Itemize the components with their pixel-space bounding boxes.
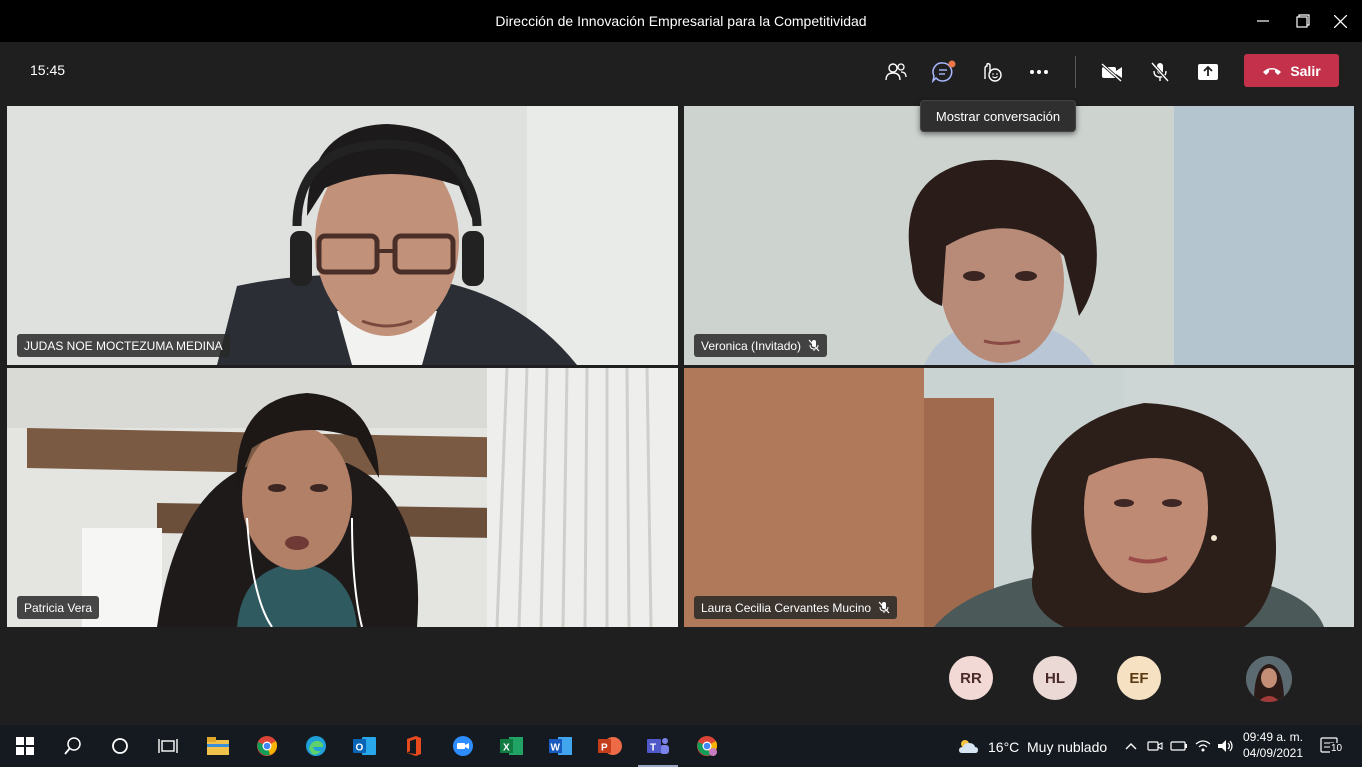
svg-text:O: O [356,743,364,754]
participant-name-label: JUDAS NOE MOCTEZUMA MEDINA [17,334,230,357]
notifications-icon[interactable]: 10 [1318,733,1344,759]
excel-icon[interactable]: X [499,733,525,759]
toolbar-divider [1075,56,1076,88]
participant-name-label: Patricia Vera [17,596,100,619]
share-icon[interactable] [1192,56,1224,88]
notification-count: 10 [1330,743,1344,754]
search-icon[interactable] [60,733,86,759]
battery-icon[interactable] [1166,733,1192,759]
participants-icon[interactable] [880,56,912,88]
self-avatar[interactable] [1246,656,1292,702]
participant-avatar[interactable]: RR [949,656,993,700]
camera-off-icon[interactable] [1096,56,1128,88]
edge-icon[interactable] [303,733,329,759]
participant-name: Laura Cecilia Cervantes Mucino [701,600,872,615]
mic-off-icon [878,601,890,614]
window-titlebar: Dirección de Innovación Empresarial para… [0,0,1362,42]
video-tile[interactable]: Veronica (Invitado) [684,106,1354,365]
svg-text:P: P [601,743,608,754]
chrome-icon[interactable] [254,733,280,759]
participant-avatar[interactable]: EF [1117,656,1161,700]
participant-avatar[interactable]: HL [1033,656,1077,700]
word-icon[interactable]: W [548,733,574,759]
mic-off-icon [808,339,820,352]
participant-name: Patricia Vera [24,600,93,615]
windows-start-icon[interactable] [12,733,38,759]
outlook-icon[interactable]: O [352,733,378,759]
participant-name: JUDAS NOE MOCTEZUMA MEDINA [24,338,223,353]
reactions-icon[interactable] [975,56,1007,88]
svg-text:X: X [503,743,510,754]
file-explorer-icon[interactable] [205,733,231,759]
windows-taskbar: O X W P T 16°C Muy nublado 09:49 a. m. 0… [0,725,1362,767]
cortana-icon[interactable] [107,733,133,759]
participant-name-label: Veronica (Invitado) [694,334,828,357]
video-stage: JUDAS NOE MOCTEZUMA MEDINA Veronica (Inv… [0,102,1362,725]
meet-now-icon[interactable] [1142,733,1168,759]
office-icon[interactable] [401,733,427,759]
weather-icon[interactable] [955,733,981,759]
meeting-timer: 15:45 [30,62,66,78]
taskbar-time: 09:49 a. m. [1242,730,1304,744]
minimize-icon[interactable] [1243,0,1283,42]
svg-text:W: W [551,743,561,754]
participant-video [684,368,1354,627]
chevron-up-icon[interactable] [1118,733,1144,759]
taskbar-date: 04/09/2021 [1242,746,1304,760]
restore-icon[interactable] [1283,0,1323,42]
participant-name-label: Laura Cecilia Cervantes Mucino [694,596,898,619]
mic-off-icon[interactable] [1144,56,1176,88]
video-tile[interactable]: Patricia Vera [7,368,678,627]
participant-video [7,368,678,627]
zoom-icon[interactable] [450,733,476,759]
video-tile[interactable]: JUDAS NOE MOCTEZUMA MEDINA [7,106,678,365]
chrome-alt-icon[interactable] [694,733,720,759]
window-title: Dirección de Innovación Empresarial para… [495,13,867,29]
task-view-icon[interactable] [155,733,181,759]
svg-text:T: T [650,743,656,754]
participant-video [684,106,1354,365]
participant-name: Veronica (Invitado) [701,338,802,353]
weather-desc[interactable]: Muy nublado [1027,739,1107,755]
leave-button[interactable]: Salir [1244,54,1339,87]
hangup-icon [1263,67,1282,75]
teams-icon[interactable]: T [645,733,671,759]
leave-label: Salir [1290,62,1321,79]
more-icon[interactable] [1023,56,1055,88]
chat-tooltip: Mostrar conversación [920,100,1076,132]
participant-video [7,106,678,365]
weather-temp[interactable]: 16°C [988,739,1019,755]
taskbar-clock[interactable]: 09:49 a. m. 04/09/2021 [1236,729,1310,761]
video-tile[interactable]: Laura Cecilia Cervantes Mucino [684,368,1354,627]
meeting-toolbar: 15:45 Salir [0,42,1362,102]
chat-icon[interactable] [928,56,960,88]
powerpoint-icon[interactable]: P [597,733,623,759]
close-icon[interactable] [1320,0,1360,42]
